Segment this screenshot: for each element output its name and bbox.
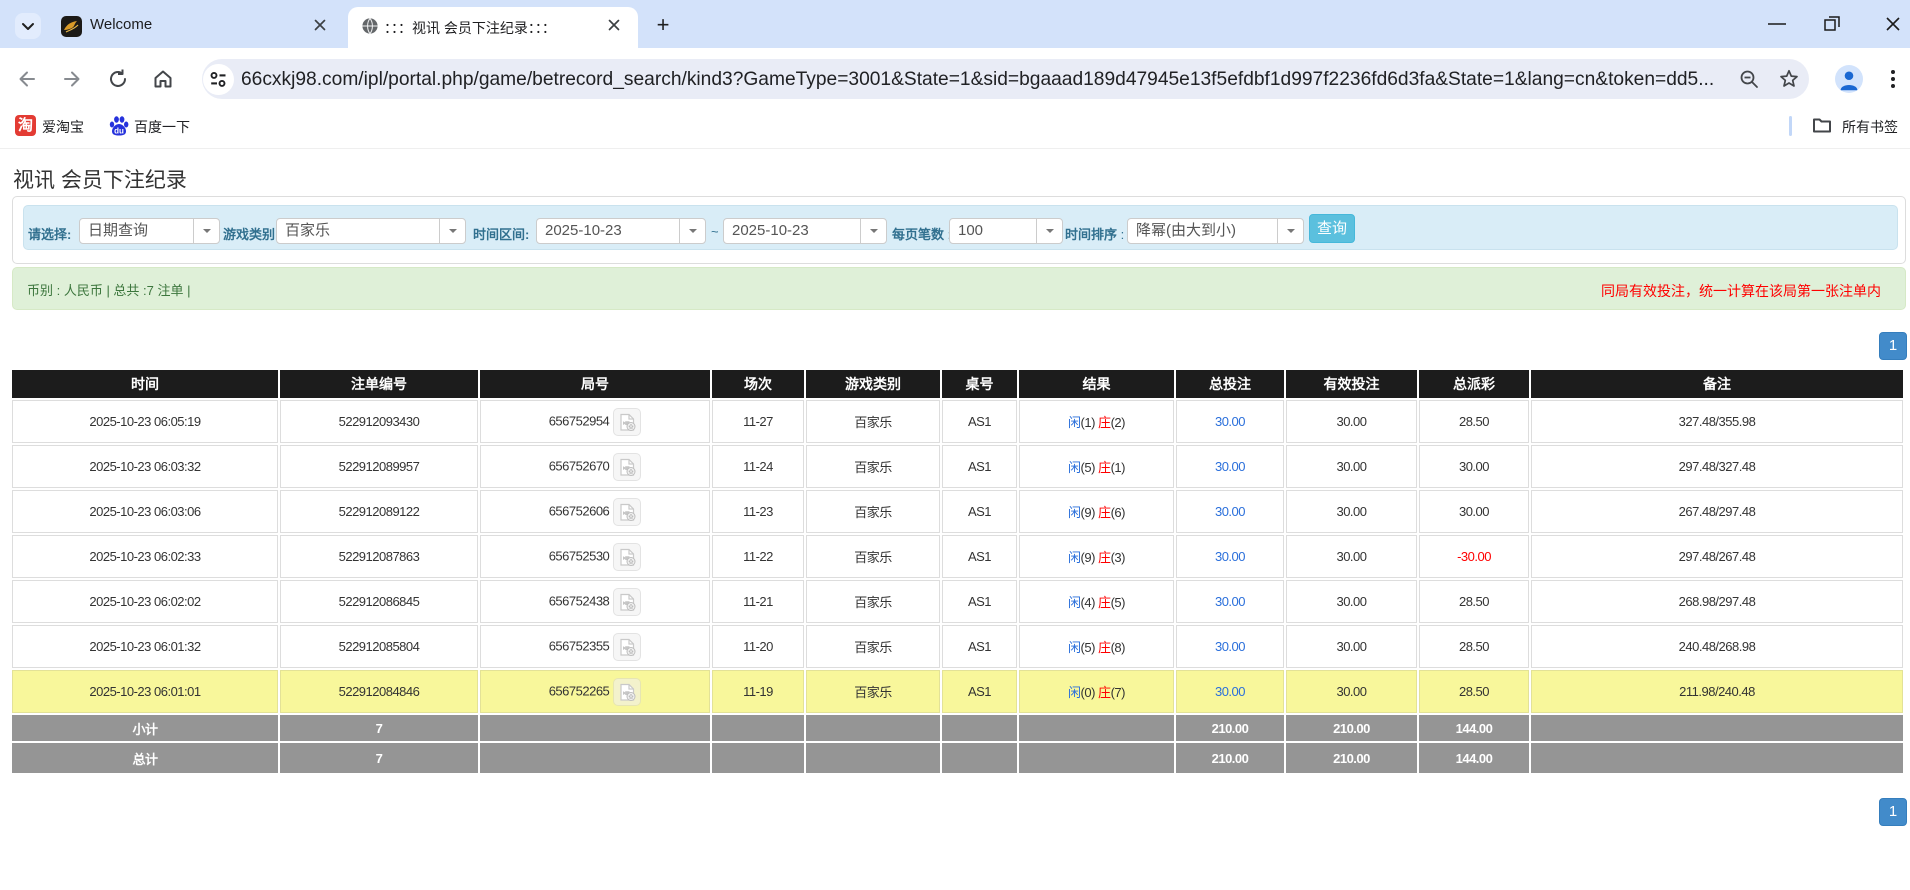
svg-text:du: du bbox=[114, 127, 124, 136]
